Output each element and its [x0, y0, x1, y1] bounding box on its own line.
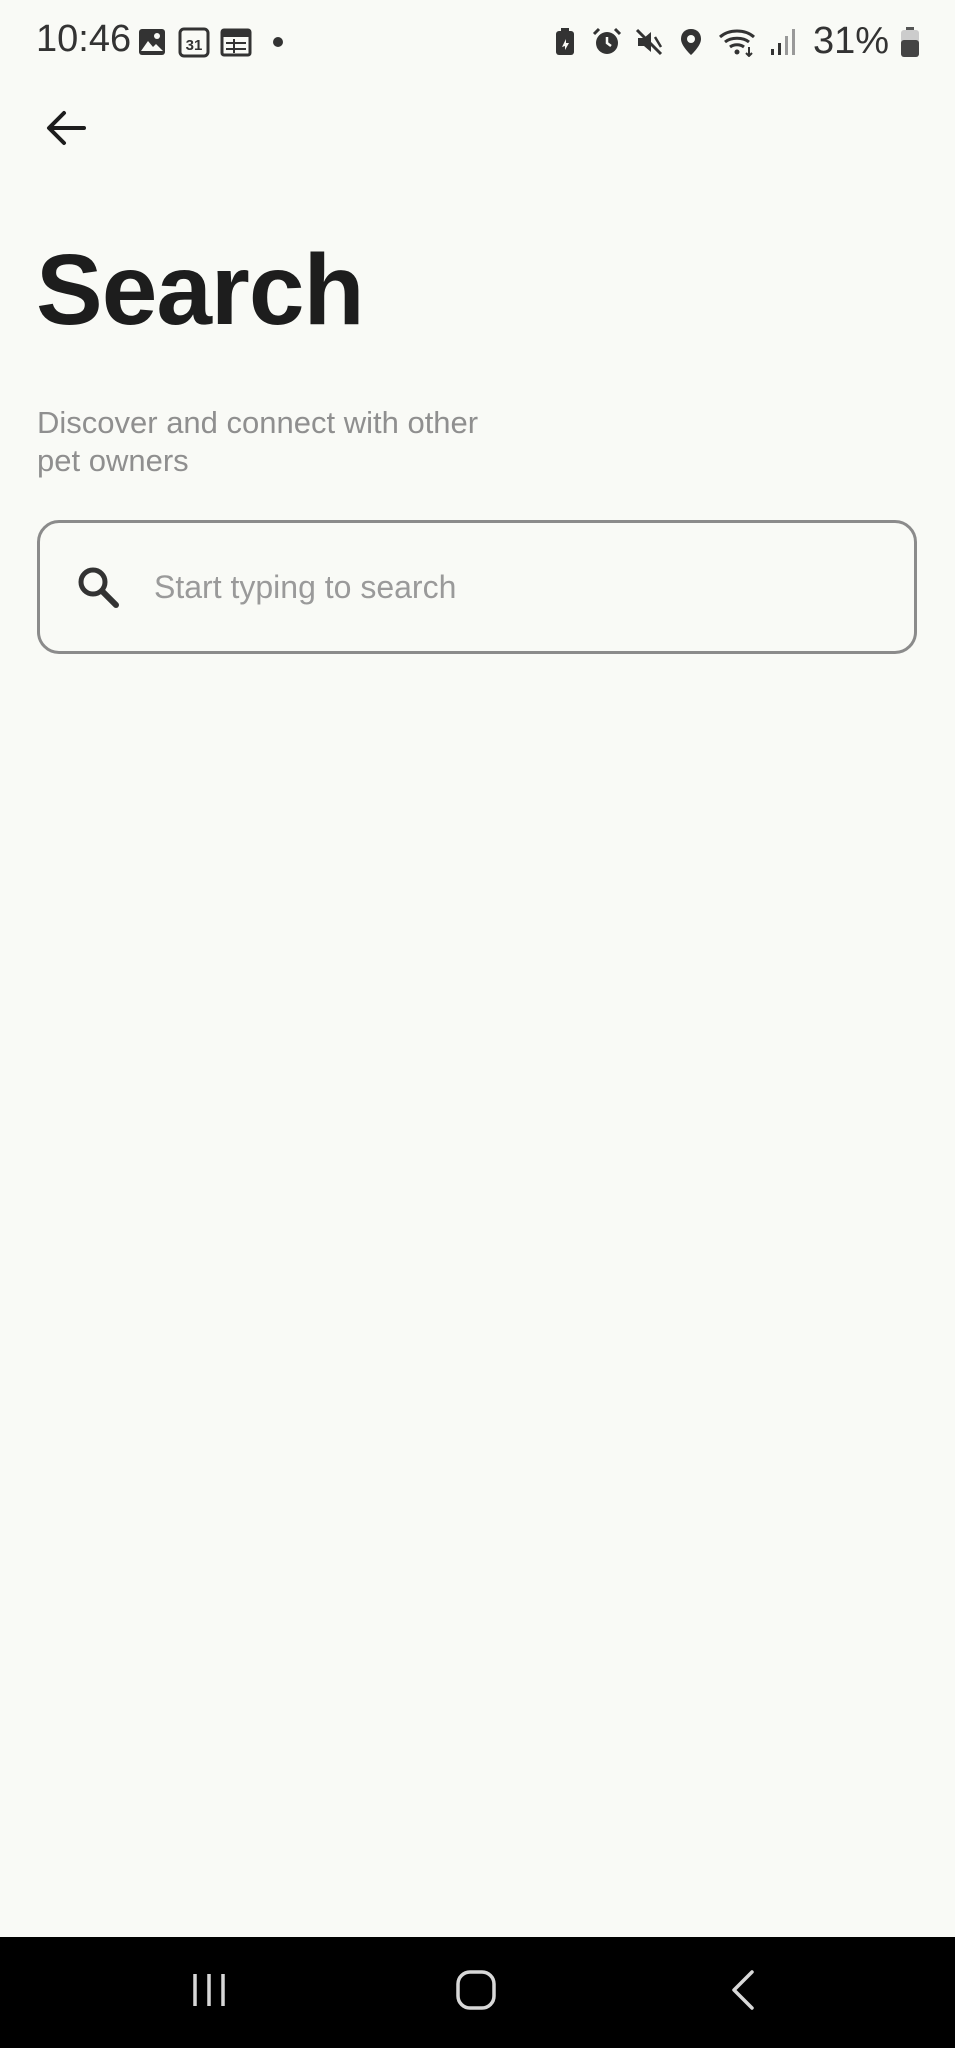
back-icon	[728, 1968, 758, 2017]
status-bar: 10:46 31 31%	[0, 0, 955, 84]
search-input[interactable]	[152, 567, 856, 607]
search-field[interactable]	[37, 520, 917, 654]
dot-icon	[262, 24, 294, 60]
status-time: 10:46	[36, 18, 132, 60]
battery-saver-icon	[549, 24, 581, 60]
svg-text:31: 31	[186, 37, 203, 54]
system-navigation-bar	[0, 1937, 955, 2048]
recents-button[interactable]	[149, 1937, 269, 2048]
gallery-icon	[136, 24, 168, 60]
status-system-icons: 31%	[549, 20, 921, 63]
back-button[interactable]	[36, 100, 96, 160]
page-title: Search	[36, 234, 365, 346]
mute-icon	[633, 24, 665, 60]
battery-percentage: 31%	[812, 20, 889, 62]
nav-back-button[interactable]	[683, 1937, 803, 2048]
page-subtitle: Discover and connect with other pet owne…	[37, 405, 479, 478]
alarm-icon	[591, 24, 623, 60]
search-icon	[72, 561, 124, 613]
home-icon	[455, 1969, 497, 2016]
wifi-icon	[717, 24, 757, 60]
calendar-31-icon: 31	[178, 24, 210, 60]
location-icon	[675, 24, 707, 60]
recents-icon	[189, 1970, 229, 2015]
status-notification-icons: 31	[136, 24, 294, 60]
arrow-left-icon	[44, 106, 88, 155]
battery-icon	[899, 24, 921, 60]
calendar-icon	[220, 24, 252, 60]
home-button[interactable]	[416, 1937, 536, 2048]
signal-icon	[767, 24, 799, 60]
